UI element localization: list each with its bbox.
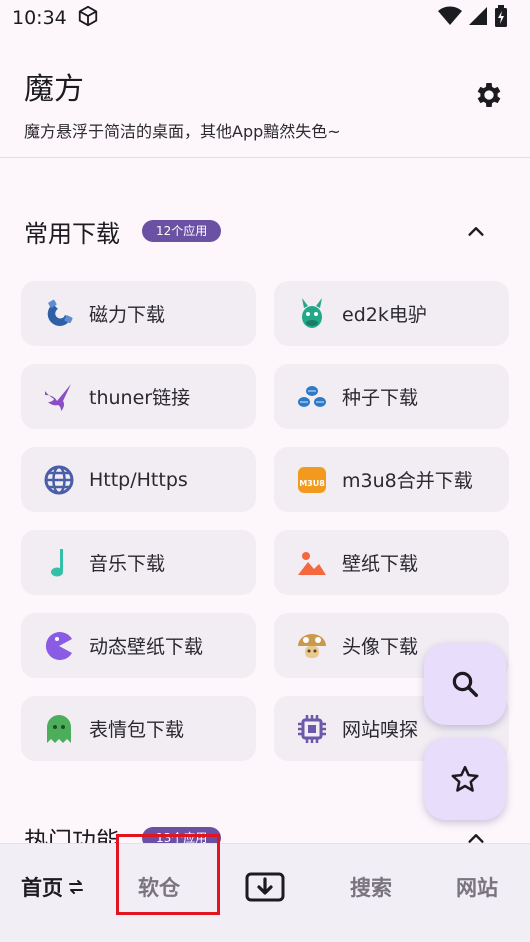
swap-icon	[69, 880, 83, 894]
app-header: 魔方 魔方悬浮于简洁的桌面，其他App黯然失色~	[0, 56, 530, 158]
app-card-label: 磁力下载	[89, 304, 166, 326]
app-card-m3u8[interactable]: M3U8 m3u8合并下载	[274, 447, 509, 512]
nav-label: 首页	[21, 876, 63, 900]
app-card-wallpaper[interactable]: 壁纸下载	[274, 530, 509, 595]
app-card-label: thuner链接	[89, 387, 191, 409]
app-card-label: m3u8合并下载	[342, 470, 473, 492]
nav-label: 网站	[456, 876, 498, 900]
app-card-music[interactable]: 音乐下载	[21, 530, 256, 595]
m3u8-icon: M3U8	[296, 464, 328, 496]
nav-store[interactable]: 软仓	[118, 844, 200, 930]
settings-button[interactable]	[472, 78, 506, 112]
app-card-magnet[interactable]: 磁力下载	[21, 281, 256, 346]
app-card-label: ed2k电驴	[342, 304, 427, 326]
cube-icon	[77, 5, 99, 32]
search-fab[interactable]	[424, 643, 506, 725]
chevron-up-icon	[468, 227, 484, 236]
app-card-label: 壁纸下载	[342, 553, 419, 575]
globe-icon	[43, 464, 75, 496]
page-subtitle: 魔方悬浮于简洁的桌面，其他App黯然失色~	[24, 122, 341, 141]
app-card-label: Http/Https	[89, 468, 188, 491]
magnet-icon	[43, 298, 75, 330]
image-icon	[296, 547, 328, 579]
ghost-icon	[43, 713, 75, 745]
app-card-label: 种子下载	[342, 387, 419, 409]
chip-icon	[296, 713, 328, 745]
bottom-nav: 首页 软仓 搜索 网站	[0, 843, 530, 942]
section-header-common[interactable]: 常用下载 12个应用	[0, 211, 530, 251]
app-card-label: 音乐下载	[89, 553, 166, 575]
app-card-label: 头像下载	[342, 636, 419, 658]
app-card-live-wallpaper[interactable]: 动态壁纸下载	[21, 613, 256, 678]
nav-search[interactable]: 搜索	[330, 844, 412, 930]
app-card-label: 网站嗅探	[342, 719, 419, 741]
donkey-icon	[296, 297, 328, 330]
wifi-icon	[438, 6, 462, 31]
bird-icon	[43, 381, 75, 413]
app-card-http[interactable]: Http/Https	[21, 447, 256, 512]
collapse-button[interactable]	[464, 219, 488, 243]
app-card-ed2k[interactable]: ed2k电驴	[274, 281, 509, 346]
gear-icon	[477, 83, 501, 107]
download-icon	[245, 872, 285, 902]
star-icon	[451, 765, 479, 792]
app-card-sticker[interactable]: 表情包下载	[21, 696, 256, 761]
nav-home[interactable]: 首页	[10, 844, 95, 930]
nav-site[interactable]: 网站	[436, 844, 518, 930]
status-time: 10:34	[12, 7, 67, 29]
nav-download[interactable]	[232, 844, 298, 930]
nav-label: 搜索	[350, 876, 392, 900]
mushroom-icon	[296, 630, 328, 662]
app-card-label: 动态壁纸下载	[89, 636, 204, 658]
music-note-icon	[43, 547, 75, 579]
battery-icon	[494, 4, 508, 32]
count-badge: 12个应用	[142, 220, 222, 242]
section-title: 常用下载	[24, 219, 120, 248]
status-bar: 10:34	[0, 0, 530, 36]
pacman-icon	[43, 630, 75, 662]
favorite-fab[interactable]	[424, 738, 506, 820]
seeds-icon	[296, 381, 328, 413]
svg-text:M3U8: M3U8	[299, 479, 325, 488]
app-card-torrent[interactable]: 种子下载	[274, 364, 509, 429]
app-card-thunder[interactable]: thuner链接	[21, 364, 256, 429]
search-icon	[452, 671, 478, 697]
page-title: 魔方	[24, 72, 84, 107]
nav-label: 软仓	[138, 876, 180, 900]
app-card-label: 表情包下载	[89, 719, 185, 741]
signal-icon	[468, 6, 488, 31]
